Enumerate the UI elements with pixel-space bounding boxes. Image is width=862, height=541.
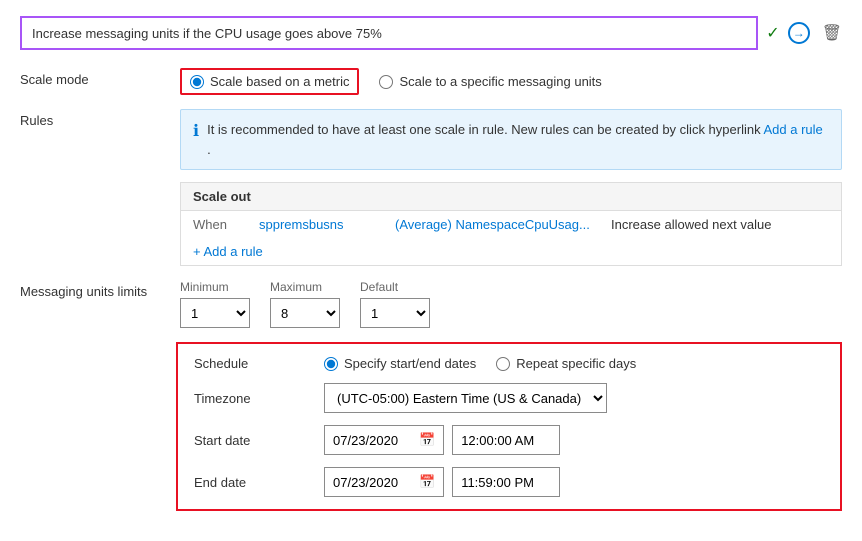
end-datetime-group: 📅 [324, 467, 824, 497]
schedule-startend-option[interactable]: Specify start/end dates [324, 356, 476, 371]
schedule-startend-label: Specify start/end dates [344, 356, 476, 371]
schedule-bordered-box: Schedule Specify start/end dates Repeat … [176, 342, 842, 511]
default-group: Default 1 2 4 8 [360, 280, 430, 328]
minimum-label: Minimum [180, 280, 250, 294]
scale-specific-option[interactable]: Scale to a specific messaging units [379, 74, 601, 89]
schedule-outer-label [20, 342, 180, 346]
schedule-repeat-option[interactable]: Repeat specific days [496, 356, 636, 371]
maximum-label: Maximum [270, 280, 340, 294]
rules-info-box: ℹ It is recommended to have at least one… [180, 109, 842, 170]
start-date-input-wrap[interactable]: 📅 [324, 425, 444, 455]
rules-content: ℹ It is recommended to have at least one… [180, 109, 842, 266]
minimum-select[interactable]: 1 2 4 8 [180, 298, 250, 328]
add-rule-row: + Add a rule [181, 238, 841, 265]
table-row: When sppremsbusns (Average) NamespaceCpu… [181, 211, 841, 238]
default-label: Default [360, 280, 430, 294]
schedule-bordered-content: Schedule Specify start/end dates Repeat … [180, 342, 842, 511]
scale-metric-label: Scale based on a metric [210, 74, 349, 89]
scale-metric-radio[interactable] [190, 75, 204, 89]
messaging-units-content: Minimum 1 2 4 8 Maximum 1 2 4 8 [180, 280, 842, 328]
end-date-row: End date 📅 [194, 467, 824, 497]
schedule-startend-radio[interactable] [324, 357, 338, 371]
schedule-section-row: Schedule Specify start/end dates Repeat … [20, 342, 842, 511]
start-date-content: 📅 [324, 425, 824, 455]
end-date-label: End date [194, 475, 324, 490]
condition-title-input[interactable] [20, 16, 758, 50]
info-icon: ℹ [193, 121, 199, 141]
start-time-input[interactable] [461, 433, 551, 448]
schedule-repeat-label: Repeat specific days [516, 356, 636, 371]
start-calendar-icon[interactable]: 📅 [419, 432, 435, 448]
schedule-radio-group: Specify start/end dates Repeat specific … [324, 356, 824, 371]
end-time-input[interactable] [461, 475, 551, 490]
end-time-input-wrap[interactable] [452, 467, 560, 497]
col-metric: (Average) NamespaceCpuUsag... [395, 217, 595, 232]
start-date-label: Start date [194, 433, 324, 448]
messaging-units-row: Messaging units limits Minimum 1 2 4 8 M… [20, 280, 842, 328]
start-time-input-wrap[interactable] [452, 425, 560, 455]
schedule-radio-content: Specify start/end dates Repeat specific … [324, 356, 824, 371]
start-date-input[interactable] [333, 433, 413, 448]
rules-scale-out-header: Scale out [181, 183, 841, 211]
scale-specific-label: Scale to a specific messaging units [399, 74, 601, 89]
maximum-select[interactable]: 1 2 4 8 16 [270, 298, 340, 328]
minimum-group: Minimum 1 2 4 8 [180, 280, 250, 328]
title-row: ✓ → 🗑 [20, 16, 842, 50]
arrow-right-icon[interactable]: → [788, 22, 810, 44]
scale-mode-row: Scale mode Scale based on a metric Scale… [20, 68, 842, 95]
col-when: When [193, 217, 243, 232]
timezone-select[interactable]: (UTC-05:00) Eastern Time (US & Canada) (… [324, 383, 607, 413]
messaging-units-label: Messaging units limits [20, 280, 180, 299]
rules-table: Scale out When sppremsbusns (Average) Na… [180, 182, 842, 266]
rules-info-text: It is recommended to have at least one s… [207, 120, 829, 159]
end-calendar-icon[interactable]: 📅 [419, 474, 435, 490]
end-date-content: 📅 [324, 467, 824, 497]
start-datetime-group: 📅 [324, 425, 824, 455]
schedule-repeat-radio[interactable] [496, 357, 510, 371]
timezone-row: Timezone (UTC-05:00) Eastern Time (US & … [194, 383, 824, 413]
add-rule-link-inline[interactable]: Add a rule [763, 122, 822, 137]
schedule-row: Schedule Specify start/end dates Repeat … [194, 356, 824, 371]
end-date-input-wrap[interactable]: 📅 [324, 467, 444, 497]
scale-mode-radio-group: Scale based on a metric Scale to a speci… [180, 68, 842, 95]
timezone-label: Timezone [194, 391, 324, 406]
scale-mode-label: Scale mode [20, 68, 180, 87]
confirm-icon[interactable]: ✓ [766, 23, 779, 43]
default-select[interactable]: 1 2 4 8 [360, 298, 430, 328]
schedule-label: Schedule [194, 356, 324, 371]
col-resource: sppremsbusns [259, 217, 379, 232]
scale-metric-option[interactable]: Scale based on a metric [180, 68, 359, 95]
scale-mode-content: Scale based on a metric Scale to a speci… [180, 68, 842, 95]
maximum-group: Maximum 1 2 4 8 16 [270, 280, 340, 328]
timezone-content: (UTC-05:00) Eastern Time (US & Canada) (… [324, 383, 824, 413]
add-rule-link[interactable]: + Add a rule [181, 238, 275, 265]
rules-row: Rules ℹ It is recommended to have at lea… [20, 109, 842, 266]
start-date-row: Start date 📅 [194, 425, 824, 455]
col-action: Increase allowed next value [611, 217, 829, 232]
delete-icon[interactable]: 🗑 [822, 23, 842, 43]
rules-label: Rules [20, 109, 180, 128]
end-date-input[interactable] [333, 475, 413, 490]
limits-row: Minimum 1 2 4 8 Maximum 1 2 4 8 [180, 280, 842, 328]
scale-specific-radio[interactable] [379, 75, 393, 89]
